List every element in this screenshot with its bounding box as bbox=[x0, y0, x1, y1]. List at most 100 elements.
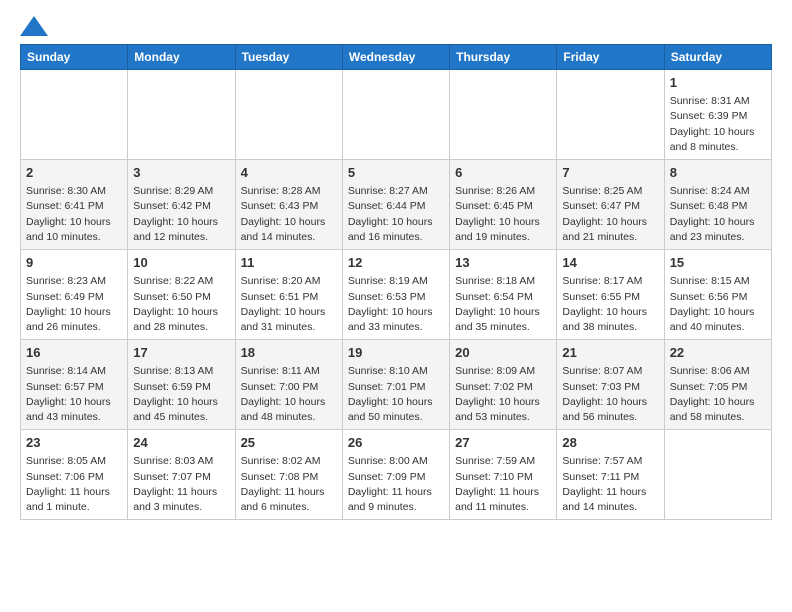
day-number: 26 bbox=[348, 434, 444, 452]
calendar-cell: 5 Sunrise: 8:27 AM Sunset: 6:44 PM Daylig… bbox=[342, 160, 449, 250]
calendar-cell: 15Sunrise: 8:15 AM Sunset: 6:56 PM Dayli… bbox=[664, 250, 771, 340]
calendar-cell: 13 Sunrise: 8:18 AM Sunset: 6:54 PM Dayli… bbox=[450, 250, 557, 340]
day-number: 12 bbox=[348, 254, 444, 272]
day-number: 22 bbox=[670, 344, 766, 362]
day-number: 27 bbox=[455, 434, 551, 452]
day-info: Sunrise: 8:23 AM Sunset: 6:49 PM Dayligh… bbox=[26, 274, 122, 335]
day-number: 2 bbox=[26, 164, 122, 182]
calendar-cell bbox=[21, 70, 128, 160]
day-info: Sunrise: 8:25 AM Sunset: 6:47 PM Dayligh… bbox=[562, 184, 658, 245]
calendar-cell: 17 Sunrise: 8:13 AM Sunset: 6:59 PM Dayli… bbox=[128, 340, 235, 430]
week-row-1: 1Sunrise: 8:31 AM Sunset: 6:39 PM Daylig… bbox=[21, 70, 772, 160]
col-header-tuesday: Tuesday bbox=[235, 45, 342, 70]
calendar-cell bbox=[450, 70, 557, 160]
calendar-cell bbox=[342, 70, 449, 160]
day-info: Sunrise: 8:24 AM Sunset: 6:48 PM Dayligh… bbox=[670, 184, 766, 245]
day-number: 1 bbox=[670, 74, 766, 92]
day-info: Sunrise: 8:14 AM Sunset: 6:57 PM Dayligh… bbox=[26, 364, 122, 425]
calendar-cell bbox=[235, 70, 342, 160]
day-number: 23 bbox=[26, 434, 122, 452]
day-info: Sunrise: 8:03 AM Sunset: 7:07 PM Dayligh… bbox=[133, 454, 229, 515]
day-info: Sunrise: 8:26 AM Sunset: 6:45 PM Dayligh… bbox=[455, 184, 551, 245]
day-number: 19 bbox=[348, 344, 444, 362]
calendar-cell: 6 Sunrise: 8:26 AM Sunset: 6:45 PM Daylig… bbox=[450, 160, 557, 250]
day-number: 14 bbox=[562, 254, 658, 272]
day-number: 20 bbox=[455, 344, 551, 362]
day-number: 5 bbox=[348, 164, 444, 182]
day-number: 21 bbox=[562, 344, 658, 362]
day-number: 11 bbox=[241, 254, 337, 272]
calendar-cell: 18 Sunrise: 8:11 AM Sunset: 7:00 PM Dayli… bbox=[235, 340, 342, 430]
calendar-cell: 16 Sunrise: 8:14 AM Sunset: 6:57 PM Dayli… bbox=[21, 340, 128, 430]
calendar-cell: 3 Sunrise: 8:29 AM Sunset: 6:42 PM Daylig… bbox=[128, 160, 235, 250]
calendar-cell: 12 Sunrise: 8:19 AM Sunset: 6:53 PM Dayli… bbox=[342, 250, 449, 340]
calendar-cell: 21 Sunrise: 8:07 AM Sunset: 7:03 PM Dayli… bbox=[557, 340, 664, 430]
day-number: 8 bbox=[670, 164, 766, 182]
day-info: Sunrise: 8:00 AM Sunset: 7:09 PM Dayligh… bbox=[348, 454, 444, 515]
day-info: Sunrise: 8:18 AM Sunset: 6:54 PM Dayligh… bbox=[455, 274, 551, 335]
calendar-table: SundayMondayTuesdayWednesdayThursdayFrid… bbox=[20, 44, 772, 520]
day-number: 13 bbox=[455, 254, 551, 272]
day-info: Sunrise: 8:15 AM Sunset: 6:56 PM Dayligh… bbox=[670, 274, 766, 335]
calendar-cell bbox=[128, 70, 235, 160]
day-number: 3 bbox=[133, 164, 229, 182]
day-number: 10 bbox=[133, 254, 229, 272]
col-header-sunday: Sunday bbox=[21, 45, 128, 70]
calendar-cell: 22 Sunrise: 8:06 AM Sunset: 7:05 PM Dayli… bbox=[664, 340, 771, 430]
calendar-cell: 7 Sunrise: 8:25 AM Sunset: 6:47 PM Daylig… bbox=[557, 160, 664, 250]
day-number: 28 bbox=[562, 434, 658, 452]
calendar-cell: 25 Sunrise: 8:02 AM Sunset: 7:08 PM Dayli… bbox=[235, 430, 342, 520]
col-header-saturday: Saturday bbox=[664, 45, 771, 70]
day-number: 17 bbox=[133, 344, 229, 362]
week-row-2: 2 Sunrise: 8:30 AM Sunset: 6:41 PM Daylig… bbox=[21, 160, 772, 250]
day-info: Sunrise: 8:10 AM Sunset: 7:01 PM Dayligh… bbox=[348, 364, 444, 425]
day-number: 9 bbox=[26, 254, 122, 272]
day-info: Sunrise: 8:07 AM Sunset: 7:03 PM Dayligh… bbox=[562, 364, 658, 425]
day-info: Sunrise: 8:09 AM Sunset: 7:02 PM Dayligh… bbox=[455, 364, 551, 425]
col-header-monday: Monday bbox=[128, 45, 235, 70]
day-info: Sunrise: 8:06 AM Sunset: 7:05 PM Dayligh… bbox=[670, 364, 766, 425]
day-info: Sunrise: 8:27 AM Sunset: 6:44 PM Dayligh… bbox=[348, 184, 444, 245]
calendar-cell: 28 Sunrise: 7:57 AM Sunset: 7:11 PM Dayli… bbox=[557, 430, 664, 520]
calendar-cell: 23Sunrise: 8:05 AM Sunset: 7:06 PM Dayli… bbox=[21, 430, 128, 520]
page: SundayMondayTuesdayWednesdayThursdayFrid… bbox=[0, 0, 792, 536]
day-info: Sunrise: 8:20 AM Sunset: 6:51 PM Dayligh… bbox=[241, 274, 337, 335]
day-info: Sunrise: 7:59 AM Sunset: 7:10 PM Dayligh… bbox=[455, 454, 551, 515]
day-info: Sunrise: 8:29 AM Sunset: 6:42 PM Dayligh… bbox=[133, 184, 229, 245]
calendar-cell: 27 Sunrise: 7:59 AM Sunset: 7:10 PM Dayli… bbox=[450, 430, 557, 520]
day-info: Sunrise: 8:19 AM Sunset: 6:53 PM Dayligh… bbox=[348, 274, 444, 335]
day-info: Sunrise: 8:28 AM Sunset: 6:43 PM Dayligh… bbox=[241, 184, 337, 245]
week-row-4: 16 Sunrise: 8:14 AM Sunset: 6:57 PM Dayli… bbox=[21, 340, 772, 430]
logo-icon bbox=[20, 16, 48, 36]
day-number: 25 bbox=[241, 434, 337, 452]
calendar-cell: 24 Sunrise: 8:03 AM Sunset: 7:07 PM Dayli… bbox=[128, 430, 235, 520]
logo bbox=[20, 16, 48, 36]
calendar-cell: 19 Sunrise: 8:10 AM Sunset: 7:01 PM Dayli… bbox=[342, 340, 449, 430]
header bbox=[20, 16, 772, 36]
calendar-cell: 20 Sunrise: 8:09 AM Sunset: 7:02 PM Dayli… bbox=[450, 340, 557, 430]
col-header-friday: Friday bbox=[557, 45, 664, 70]
day-number: 16 bbox=[26, 344, 122, 362]
col-header-wednesday: Wednesday bbox=[342, 45, 449, 70]
day-info: Sunrise: 8:11 AM Sunset: 7:00 PM Dayligh… bbox=[241, 364, 337, 425]
calendar-cell bbox=[664, 430, 771, 520]
day-number: 18 bbox=[241, 344, 337, 362]
week-row-5: 23Sunrise: 8:05 AM Sunset: 7:06 PM Dayli… bbox=[21, 430, 772, 520]
calendar-cell: 1Sunrise: 8:31 AM Sunset: 6:39 PM Daylig… bbox=[664, 70, 771, 160]
day-info: Sunrise: 8:13 AM Sunset: 6:59 PM Dayligh… bbox=[133, 364, 229, 425]
day-info: Sunrise: 8:22 AM Sunset: 6:50 PM Dayligh… bbox=[133, 274, 229, 335]
day-info: Sunrise: 7:57 AM Sunset: 7:11 PM Dayligh… bbox=[562, 454, 658, 515]
day-info: Sunrise: 8:17 AM Sunset: 6:55 PM Dayligh… bbox=[562, 274, 658, 335]
week-row-3: 9 Sunrise: 8:23 AM Sunset: 6:49 PM Daylig… bbox=[21, 250, 772, 340]
col-header-thursday: Thursday bbox=[450, 45, 557, 70]
calendar-cell: 14 Sunrise: 8:17 AM Sunset: 6:55 PM Dayli… bbox=[557, 250, 664, 340]
day-info: Sunrise: 8:30 AM Sunset: 6:41 PM Dayligh… bbox=[26, 184, 122, 245]
calendar-cell: 11 Sunrise: 8:20 AM Sunset: 6:51 PM Dayli… bbox=[235, 250, 342, 340]
day-number: 7 bbox=[562, 164, 658, 182]
calendar-cell: 9 Sunrise: 8:23 AM Sunset: 6:49 PM Daylig… bbox=[21, 250, 128, 340]
calendar-cell: 26 Sunrise: 8:00 AM Sunset: 7:09 PM Dayli… bbox=[342, 430, 449, 520]
day-info: Sunrise: 8:02 AM Sunset: 7:08 PM Dayligh… bbox=[241, 454, 337, 515]
day-number: 6 bbox=[455, 164, 551, 182]
calendar-cell: 4Sunrise: 8:28 AM Sunset: 6:43 PM Daylig… bbox=[235, 160, 342, 250]
day-number: 24 bbox=[133, 434, 229, 452]
